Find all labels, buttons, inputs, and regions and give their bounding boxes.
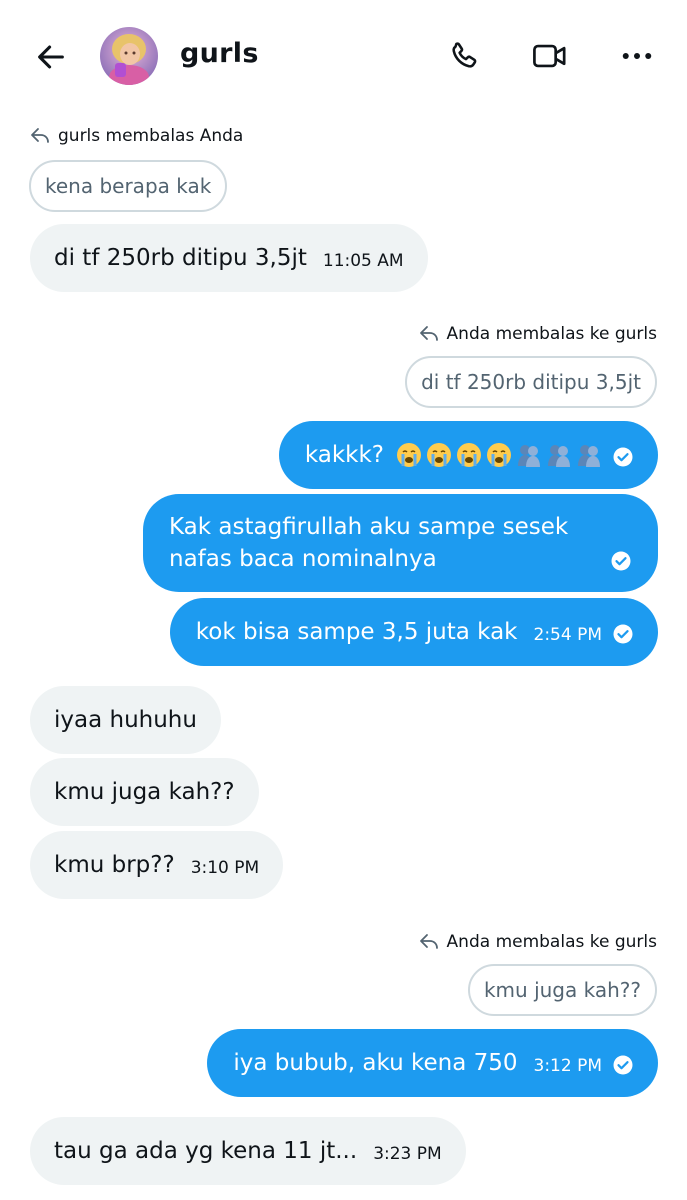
crying-face-emoji-icon (457, 443, 481, 467)
quoted-message[interactable]: di tf 250rb ditipu 3,5jt (405, 356, 657, 408)
reply-context-text: gurls membalas Anda (58, 126, 244, 146)
message-text: iyaa huhuhu (54, 707, 197, 733)
read-check-icon (613, 447, 633, 467)
message-timestamp: 11:05 AM (322, 251, 404, 271)
outgoing-message[interactable]: Kak astagfirullah aku sampe sesek nafas … (143, 494, 658, 592)
back-arrow-icon (38, 45, 64, 69)
emoji-row (392, 442, 602, 468)
message-text: di tf 250rb ditipu 3,5jt (54, 245, 307, 271)
conversation-header: gurls (0, 0, 687, 112)
reply-arrow-icon (419, 934, 438, 949)
reply-context-text: Anda membalas ke gurls (446, 324, 657, 344)
message-timestamp: 3:10 PM (190, 858, 260, 878)
message-text: kmu brp?? (54, 852, 175, 878)
people-hugging-emoji-icon (578, 445, 600, 467)
message-text: iya bubub, aku kena 750 (233, 1050, 518, 1076)
reply-context-text: Anda membalas ke gurls (446, 932, 657, 952)
outgoing-message[interactable]: kakkk? (278, 421, 658, 489)
crying-face-emoji-icon (397, 443, 421, 467)
video-camera-icon (533, 44, 566, 68)
message-timestamp: 2:54 PM (533, 625, 603, 645)
incoming-message[interactable]: di tf 250rb ditipu 3,5jt 11:05 AM (30, 224, 428, 292)
crying-face-emoji-icon (487, 443, 511, 467)
outgoing-message[interactable]: iya bubub, aku kena 750 3:12 PM (207, 1029, 658, 1097)
reply-context-label: Anda membalas ke gurls (419, 324, 657, 344)
read-check-icon (611, 551, 631, 571)
video-call-button[interactable] (530, 36, 570, 76)
message-text: tau ga ada yg kena 11 jt... (54, 1138, 358, 1164)
message-text-line-1: Kak astagfirullah aku sampe sesek (169, 514, 569, 540)
reply-arrow-icon (419, 326, 438, 341)
reply-context-label: gurls membalas Anda (30, 126, 243, 146)
people-hugging-emoji-icon (518, 445, 540, 467)
incoming-message[interactable]: tau ga ada yg kena 11 jt... 3:23 PM (30, 1117, 466, 1185)
voice-call-button[interactable] (444, 36, 484, 76)
read-check-icon (613, 624, 633, 644)
chat-name[interactable]: gurls (180, 38, 259, 69)
incoming-message[interactable]: kmu brp?? 3:10 PM (30, 831, 284, 899)
incoming-message[interactable]: iyaa huhuhu (30, 686, 221, 754)
read-check-icon (613, 1055, 633, 1075)
back-button[interactable] (30, 36, 72, 78)
reply-arrow-icon (31, 128, 49, 143)
quoted-message[interactable]: kmu juga kah?? (467, 964, 657, 1016)
incoming-message[interactable]: kmu juga kah?? (30, 758, 259, 826)
people-hugging-emoji-icon (548, 445, 570, 467)
avatar-image (100, 27, 158, 85)
avatar[interactable] (100, 27, 158, 85)
crying-face-emoji-icon (427, 443, 451, 467)
quoted-message[interactable]: kena berapa kak (29, 160, 228, 212)
outgoing-message[interactable]: kok bisa sampe 3,5 juta kak 2:54 PM (169, 598, 658, 666)
message-timestamp: 3:23 PM (373, 1144, 442, 1164)
message-text-line-2: nafas baca nominalnya (169, 546, 437, 572)
message-text: kmu juga kah?? (54, 779, 235, 805)
reply-context-label: Anda membalas ke gurls (419, 932, 657, 952)
phone-icon (452, 42, 477, 68)
more-options-icon (622, 53, 652, 59)
message-text: kok bisa sampe 3,5 juta kak (195, 619, 518, 645)
more-options-button[interactable] (617, 36, 657, 76)
message-timestamp: 3:12 PM (533, 1056, 603, 1076)
message-text: kakkk? (304, 442, 384, 468)
